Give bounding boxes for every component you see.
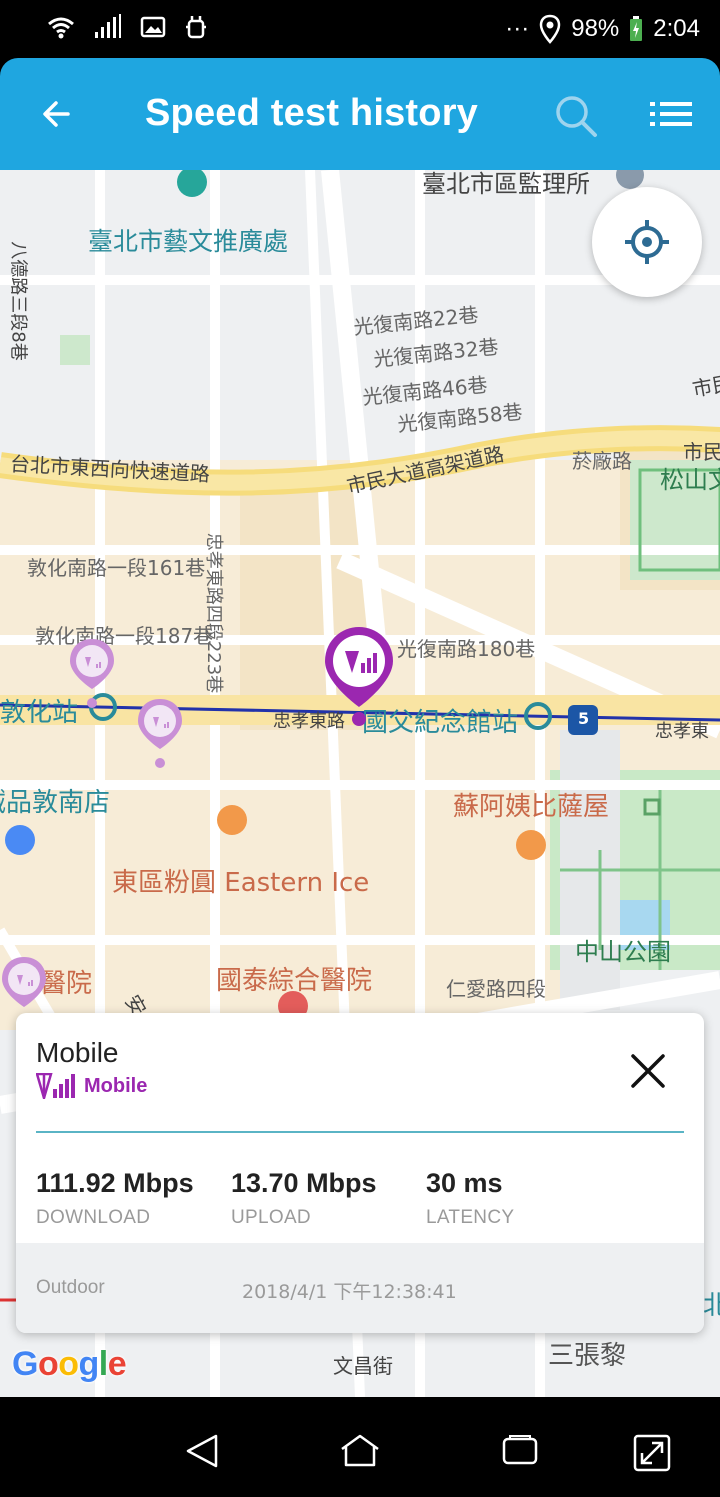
selected-speedtest-pin[interactable] [323, 625, 395, 732]
nav-home-icon[interactable] [340, 1433, 380, 1469]
latency-metric: 30 ms LATENCY [426, 1168, 514, 1229]
download-label: DOWNLOAD [36, 1207, 151, 1228]
status-bar: ··· 98% 2:04 [0, 0, 720, 58]
upload-metric: 13.70 Mbps UPLOAD [231, 1168, 377, 1229]
page-title: Speed test history [145, 92, 479, 134]
nav-recents-icon[interactable] [500, 1433, 540, 1469]
clock: 2:04 [653, 15, 700, 42]
network-type-label: Mobile [84, 1074, 148, 1097]
search-icon[interactable] [552, 92, 600, 140]
upload-value: 13.70 Mbps [231, 1168, 377, 1198]
list-menu-icon[interactable] [650, 98, 692, 132]
map-label: 忠孝東 [655, 721, 709, 742]
map-label: 國泰綜合醫院 [216, 966, 373, 996]
environment-label: Outdoor [36, 1277, 105, 1298]
map-label: 東區粉圓 Eastern Ice [112, 868, 370, 898]
more-indicator: ··· [505, 15, 530, 42]
cell-tower-signal-icon [36, 1073, 75, 1099]
signal-icon [94, 14, 122, 40]
google-logo: Google [12, 1345, 127, 1383]
upload-label: UPLOAD [231, 1207, 311, 1228]
system-nav-bar [0, 1397, 720, 1497]
location-icon [539, 14, 561, 44]
speedtest-detail-card: Mobile Mobile 111.92 Mbps DOWNLOAD 13.70… [16, 1013, 704, 1333]
test-timestamp: 2018/4/1 下午12:38:41 [242, 1281, 457, 1303]
image-icon [140, 15, 166, 39]
battery-icon [629, 16, 643, 42]
map-label: 光復南路180巷 [397, 637, 536, 661]
map-label: 敦化站 [0, 698, 79, 728]
card-title: Mobile [36, 1037, 119, 1068]
latency-label: LATENCY [426, 1207, 515, 1228]
map-label: 忠孝東路四段223巷 [203, 532, 225, 694]
map-label: 臺北市區監理所 [422, 170, 590, 198]
map-label: 松山文 [660, 466, 720, 494]
card-footer: Outdoor 2018/4/1 下午12:38:41 [16, 1243, 704, 1333]
download-value: 111.92 Mbps [36, 1168, 194, 1198]
battery-percent: 98% [571, 15, 620, 42]
divider [36, 1131, 684, 1133]
debug-icon [184, 13, 208, 41]
map-label: 中山公園 [575, 938, 671, 966]
map-label: 三張黎 [548, 1341, 627, 1371]
back-arrow-icon[interactable] [38, 94, 78, 134]
speedtest-pin[interactable] [68, 637, 116, 722]
speedtest-pin[interactable] [0, 955, 48, 1020]
crosshair-icon [625, 220, 669, 264]
map-label: 菸廠路 [572, 449, 632, 473]
map-label: 蘇阿姨比薩屋 [453, 792, 610, 822]
route-number: 5 [578, 709, 590, 728]
latency-value: 30 ms [426, 1168, 503, 1198]
nav-screenshot-icon[interactable] [632, 1433, 672, 1472]
wifi-icon [46, 12, 76, 42]
speedtest-pin[interactable] [136, 697, 184, 782]
map-label: 誠品敦南店 [0, 788, 111, 818]
map-label: 臺北市藝文推廣處 [88, 227, 289, 256]
network-type: Mobile [36, 1073, 147, 1099]
map-label: 文昌街 [333, 1354, 393, 1378]
close-icon[interactable] [628, 1051, 668, 1091]
app-bar: Speed test history [0, 58, 720, 170]
nav-back-icon[interactable] [182, 1433, 222, 1469]
download-metric: 111.92 Mbps DOWNLOAD [36, 1168, 194, 1229]
map-label: 八德路三段8巷 [7, 241, 29, 361]
map-label: 北 [703, 1291, 720, 1321]
map-label: 市民 [683, 440, 720, 464]
map-label: 敦化南路一段187巷 [35, 624, 214, 648]
map-label: 市民 [690, 370, 720, 402]
my-location-button[interactable] [592, 187, 702, 297]
map-label: 仁愛路四段 [446, 977, 546, 1001]
map-label: 敦化南路一段161巷 [27, 556, 206, 580]
